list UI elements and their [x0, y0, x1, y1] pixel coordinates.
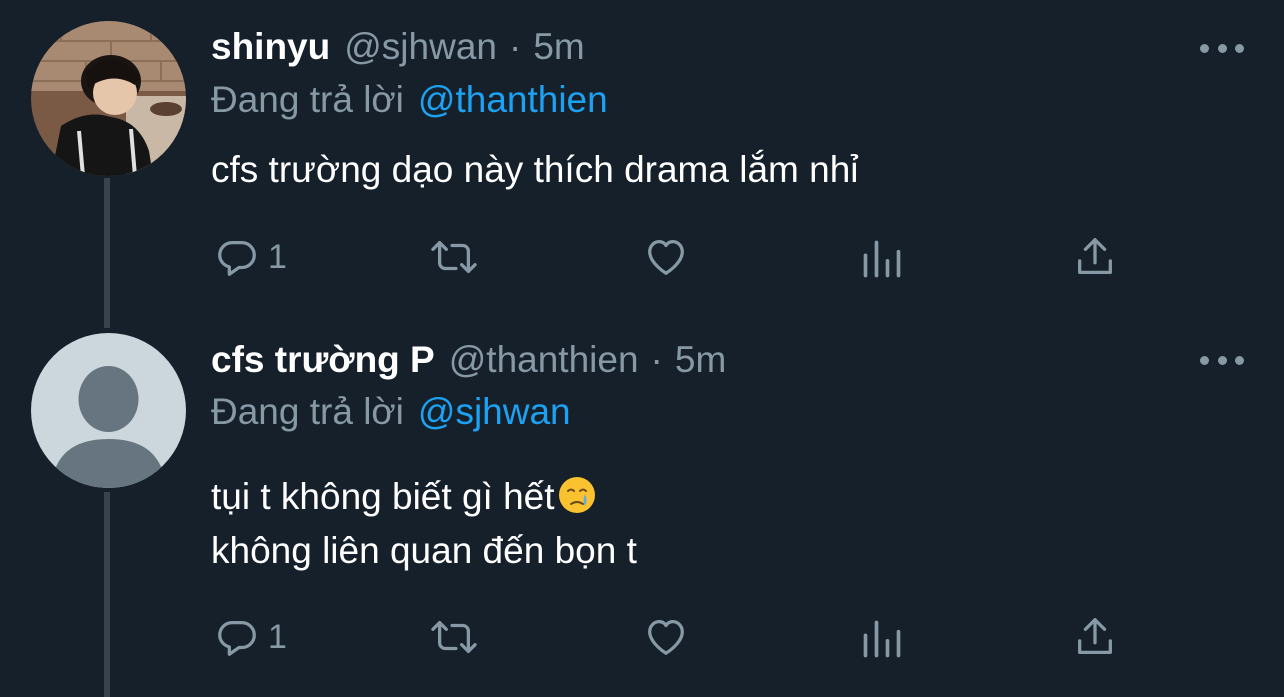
- mention-link[interactable]: @sjhwan: [418, 391, 571, 432]
- default-avatar-icon: [31, 333, 186, 488]
- timestamp[interactable]: 5m: [533, 22, 584, 72]
- handle[interactable]: @thanthien: [449, 335, 639, 385]
- reply-count: 1: [268, 617, 287, 656]
- more-dot: [1200, 43, 1209, 53]
- analytics-button[interactable]: [860, 616, 904, 662]
- reply-count: 1: [268, 237, 287, 276]
- retweet-button[interactable]: [428, 234, 480, 280]
- like-button[interactable]: [642, 234, 690, 280]
- timestamp[interactable]: 5m: [675, 335, 726, 385]
- heart-icon: [648, 620, 684, 655]
- reply-button[interactable]: 1: [214, 234, 287, 280]
- more-dot: [1200, 355, 1209, 365]
- crying-face-emoji-icon: [558, 477, 595, 513]
- replying-label: Đang trả lời: [211, 79, 404, 120]
- handle[interactable]: @sjhwan: [344, 22, 497, 72]
- replying-to: Đang trả lời @sjhwan: [211, 387, 571, 437]
- share-icon: [1078, 618, 1112, 654]
- tweet-text-line: tụi t không biết gì hết: [211, 470, 637, 524]
- avatar[interactable]: [31, 333, 186, 488]
- reply-button[interactable]: 1: [214, 614, 287, 660]
- share-button[interactable]: [1072, 234, 1118, 280]
- more-dot: [1235, 355, 1244, 365]
- share-button[interactable]: [1072, 614, 1118, 660]
- tweet-text-line: không liên quan đến bọn t: [211, 530, 637, 571]
- replying-label: Đang trả lời: [211, 391, 404, 432]
- tweet-header: shinyu @sjhwan · 5m: [211, 22, 585, 72]
- tweet-text: cfs trường dạo này thích drama lắm nhỉ: [211, 143, 859, 197]
- retweet-button[interactable]: [428, 614, 480, 660]
- mention-link[interactable]: @thanthien: [418, 79, 608, 120]
- thread-line: [104, 492, 110, 697]
- separator: ·: [508, 26, 522, 67]
- heart-icon: [648, 240, 684, 275]
- more-icon[interactable]: [1200, 38, 1244, 58]
- retweet-icon: [431, 620, 477, 654]
- display-name[interactable]: cfs trường P: [211, 335, 435, 385]
- reply-icon: [218, 240, 256, 276]
- tweet-text-line: cfs trường dạo này thích drama lắm nhỉ: [211, 149, 859, 190]
- avatar[interactable]: [31, 21, 186, 176]
- thread-line: [104, 178, 110, 328]
- more-icon[interactable]: [1200, 350, 1244, 370]
- analytics-icon: [863, 240, 901, 278]
- tweet-text-line-content: tụi t không biết gì hết: [211, 476, 555, 517]
- analytics-button[interactable]: [860, 236, 904, 282]
- more-dot: [1217, 355, 1227, 365]
- tweet-header: cfs trường P @thanthien · 5m: [211, 335, 726, 385]
- retweet-icon: [431, 240, 477, 274]
- reply-icon: [218, 620, 256, 656]
- reply-thread: shinyu @sjhwan · 5m Đang trả lời @thanthi…: [0, 0, 1284, 697]
- share-icon: [1078, 238, 1112, 274]
- display-name[interactable]: shinyu: [211, 22, 330, 72]
- more-dot: [1235, 43, 1244, 53]
- like-button[interactable]: [642, 614, 690, 660]
- separator: ·: [650, 339, 663, 380]
- replying-to: Đang trả lời @thanthien: [211, 75, 608, 125]
- more-dot: [1217, 43, 1227, 53]
- analytics-icon: [863, 620, 901, 658]
- user-photo-icon: [31, 21, 186, 176]
- tweet-text: tụi t không biết gì hết không liên quan …: [211, 470, 637, 578]
